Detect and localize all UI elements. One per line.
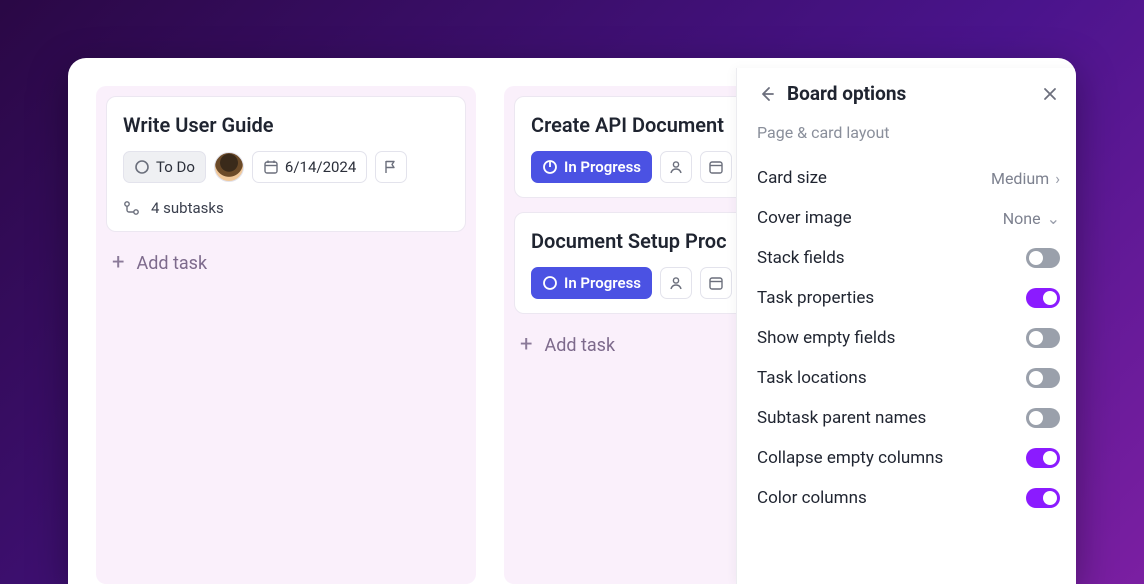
option-toggle-row[interactable]: Show empty fields bbox=[757, 318, 1060, 358]
option-label: Card size bbox=[757, 168, 827, 188]
assignee-placeholder[interactable] bbox=[660, 267, 692, 299]
toggle-switch[interactable] bbox=[1026, 248, 1060, 268]
date-label: 6/14/2024 bbox=[285, 160, 356, 175]
subtasks-icon bbox=[123, 199, 141, 217]
arrow-left-icon bbox=[758, 85, 776, 103]
app-window: Write User Guide To Do 6/14/2024 bbox=[68, 58, 1076, 584]
flag-icon bbox=[383, 159, 399, 175]
panel-title: Board options bbox=[787, 82, 1030, 105]
progress-icon bbox=[542, 159, 558, 175]
date-chip[interactable]: 6/14/2024 bbox=[252, 151, 367, 183]
toggle-list: Stack fields Task properties Show empty fi… bbox=[757, 238, 1060, 518]
task-chip-row: To Do 6/14/2024 bbox=[123, 151, 449, 183]
assignee-placeholder[interactable] bbox=[660, 151, 692, 183]
calendar-icon bbox=[708, 275, 724, 291]
toggle-switch[interactable] bbox=[1026, 448, 1060, 468]
person-icon bbox=[668, 159, 684, 175]
status-label: To Do bbox=[156, 160, 195, 175]
option-toggle-row[interactable]: Task locations bbox=[757, 358, 1060, 398]
progress-icon bbox=[542, 275, 558, 291]
toggle-switch[interactable] bbox=[1026, 488, 1060, 508]
back-button[interactable] bbox=[757, 84, 777, 104]
toggle-switch[interactable] bbox=[1026, 328, 1060, 348]
add-task-button[interactable]: + Add task bbox=[106, 246, 466, 280]
option-value: None ⌄ bbox=[1003, 209, 1060, 228]
panel-header: Board options bbox=[757, 82, 1060, 105]
subtasks-row[interactable]: 4 subtasks bbox=[123, 199, 449, 217]
close-button[interactable] bbox=[1040, 84, 1060, 104]
option-toggle-row[interactable]: Color columns bbox=[757, 478, 1060, 518]
chevron-down-icon: ⌄ bbox=[1047, 209, 1060, 228]
status-chip-todo[interactable]: To Do bbox=[123, 151, 206, 183]
add-task-label: Add task bbox=[544, 335, 615, 356]
option-label: Show empty fields bbox=[757, 328, 895, 348]
calendar-icon bbox=[708, 159, 724, 175]
toggle-switch[interactable] bbox=[1026, 408, 1060, 428]
option-label: Collapse empty columns bbox=[757, 448, 943, 468]
person-icon bbox=[668, 275, 684, 291]
date-placeholder[interactable] bbox=[700, 267, 732, 299]
toggle-switch[interactable] bbox=[1026, 288, 1060, 308]
board-column: Write User Guide To Do 6/14/2024 bbox=[96, 86, 476, 584]
toggle-switch[interactable] bbox=[1026, 368, 1060, 388]
status-chip-in-progress[interactable]: In Progress bbox=[531, 267, 652, 299]
date-placeholder[interactable] bbox=[700, 151, 732, 183]
add-task-label: Add task bbox=[136, 253, 207, 274]
option-label: Task properties bbox=[757, 288, 874, 308]
panel-section-label: Page & card layout bbox=[757, 123, 1060, 142]
chevron-right-icon: › bbox=[1055, 169, 1060, 188]
option-value: Medium › bbox=[991, 169, 1060, 188]
option-label: Cover image bbox=[757, 208, 852, 228]
avatar[interactable] bbox=[214, 152, 244, 182]
option-label: Stack fields bbox=[757, 248, 845, 268]
board-options-panel: Board options Page & card layout Card si… bbox=[736, 68, 1076, 584]
close-icon bbox=[1042, 86, 1058, 102]
subtasks-label: 4 subtasks bbox=[151, 199, 224, 217]
option-label: Subtask parent names bbox=[757, 408, 926, 428]
flag-chip[interactable] bbox=[375, 151, 407, 183]
option-value-text: Medium bbox=[991, 169, 1049, 188]
option-card-size[interactable]: Card size Medium › bbox=[757, 158, 1060, 198]
option-toggle-row[interactable]: Collapse empty columns bbox=[757, 438, 1060, 478]
plus-icon: + bbox=[112, 252, 124, 274]
option-toggle-row[interactable]: Stack fields bbox=[757, 238, 1060, 278]
task-card[interactable]: Write User Guide To Do 6/14/2024 bbox=[106, 96, 466, 232]
option-label: Task locations bbox=[757, 368, 867, 388]
option-toggle-row[interactable]: Task properties bbox=[757, 278, 1060, 318]
plus-icon: + bbox=[520, 334, 532, 356]
status-chip-in-progress[interactable]: In Progress bbox=[531, 151, 652, 183]
option-value-text: None bbox=[1003, 209, 1041, 228]
calendar-icon bbox=[263, 159, 279, 175]
option-cover-image[interactable]: Cover image None ⌄ bbox=[757, 198, 1060, 238]
circle-icon bbox=[134, 159, 150, 175]
option-toggle-row[interactable]: Subtask parent names bbox=[757, 398, 1060, 438]
status-label: In Progress bbox=[564, 160, 641, 175]
option-label: Color columns bbox=[757, 488, 867, 508]
task-title: Write User Guide bbox=[123, 113, 449, 137]
status-label: In Progress bbox=[564, 276, 641, 291]
